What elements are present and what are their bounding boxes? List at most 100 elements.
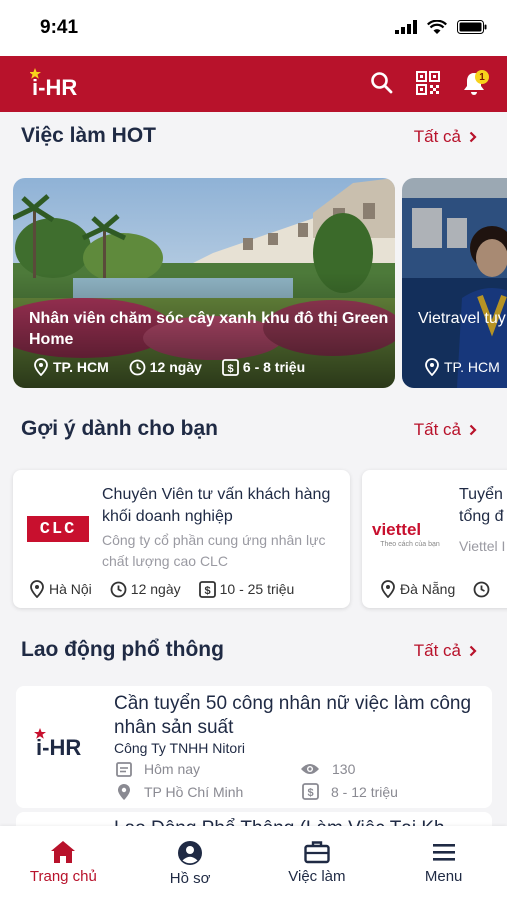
salary-label: 10 - 25 triệu — [219, 581, 295, 597]
section-title-labor: Lao động phổ thông — [21, 638, 224, 661]
job-meta: Đà Nẵng — [380, 580, 490, 598]
job-title: Chuyên Viên tư vấn khách hàng khối doanh… — [102, 486, 331, 525]
notification-badge: 1 — [475, 70, 489, 84]
posted-label: Hôm nay — [144, 761, 201, 777]
hot-job-image — [402, 178, 507, 388]
profile-icon — [178, 841, 203, 865]
qr-code-icon[interactable] — [415, 70, 441, 96]
location-label: TP. HCM — [444, 359, 500, 375]
days-meta: 12 ngày — [129, 358, 202, 376]
nav-label: Việc làm — [288, 868, 346, 885]
chevron-right-icon — [469, 131, 477, 143]
location-pin-icon — [30, 580, 44, 598]
see-all-suggest-link[interactable]: Tất cả — [414, 420, 477, 440]
eye-icon — [301, 764, 319, 774]
hot-job-image — [13, 178, 395, 388]
nav-label: Trang chủ — [29, 868, 97, 885]
views-meta: 130 — [300, 761, 355, 777]
clock-icon — [110, 581, 127, 597]
location-meta: TP. HCM — [424, 358, 500, 376]
app-logo: i-HR — [29, 68, 82, 103]
clock-icon — [473, 581, 490, 597]
salary-meta: $ 10 - 25 triệu — [198, 580, 295, 598]
location-pin-icon — [381, 580, 395, 598]
posted-meta: Hôm nay — [116, 761, 200, 777]
days-meta: 12 ngày — [110, 580, 181, 598]
salary-meta: $ 6 - 8 triệu — [221, 358, 306, 376]
signal-icon — [395, 20, 417, 34]
hot-job-card[interactable]: Vietravel tuy thông TP. HCM — [402, 178, 507, 388]
home-icon — [51, 841, 76, 863]
suggested-job-card[interactable]: viettel Theo cách của bạn Tuyển tổng đ V… — [362, 470, 507, 608]
location-meta: TP Hồ Chí Minh — [116, 783, 243, 801]
company-logo-slogan: Theo cách của bạn — [380, 541, 440, 548]
svg-text:$: $ — [227, 363, 233, 375]
money-icon: $ — [221, 358, 239, 376]
job-meta: Hà Nội 12 ngày $ 10 - 25 triệu — [29, 580, 294, 598]
hot-job-card[interactable]: Nhân viên chăm sóc cây xanh khu đô thị G… — [13, 178, 395, 388]
section-title-hot: Việc làm HOT — [21, 124, 157, 147]
wifi-icon — [427, 20, 447, 34]
company-name: Công ty cổ phần cung ứng nhân lực chất l… — [102, 532, 326, 569]
see-all-labor-link[interactable]: Tất cả — [414, 641, 477, 661]
status-icons — [395, 20, 487, 34]
job-title: Cần tuyển 50 công nhân nữ việc làm công … — [114, 693, 472, 738]
svg-text:$: $ — [204, 585, 210, 597]
location-label: TP. HCM — [53, 359, 109, 375]
status-bar: 9:41 — [0, 0, 507, 56]
days-meta — [473, 580, 490, 598]
nav-item-home[interactable]: Trang chủ — [0, 826, 127, 900]
clock-icon — [129, 359, 146, 375]
search-icon[interactable] — [369, 70, 395, 96]
location-label: Hà Nội — [49, 581, 92, 597]
labor-job-card[interactable]: i-HR Cần tuyển 50 công nhân nữ việc làm … — [16, 686, 492, 808]
location-meta: Đà Nẵng — [380, 580, 455, 598]
battery-icon — [457, 20, 487, 34]
chevron-right-icon — [469, 424, 477, 436]
money-icon: $ — [198, 580, 216, 598]
salary-label: 8 - 12 triệu — [331, 783, 398, 800]
nav-item-menu[interactable]: Menu — [380, 826, 507, 900]
see-all-label: Tất cả — [413, 641, 461, 660]
nav-label: Hồ sơ — [169, 870, 211, 887]
views-label: 130 — [332, 761, 356, 777]
calendar-icon — [116, 762, 132, 777]
location-pin-icon — [425, 358, 439, 376]
company-name: Viettel I — [459, 538, 506, 554]
see-all-label: Tất cả — [413, 420, 461, 439]
company-logo: CLC — [27, 516, 89, 542]
hot-job-title: Vietravel tuy thông — [418, 310, 507, 327]
menu-icon — [432, 844, 455, 861]
hot-job-meta: TP. HCM 12 ngày $ 6 - 8 triệu — [33, 358, 305, 376]
hot-job-title: Nhân viên chăm sóc cây xanh khu đô thị G… — [29, 310, 389, 348]
status-time: 9:41 — [40, 17, 79, 38]
location-pin-icon — [118, 784, 130, 800]
svg-text:$: $ — [307, 787, 313, 799]
location-meta: TP. HCM — [33, 358, 109, 376]
job-title: Tuyển tổng đ — [459, 486, 504, 525]
see-all-label: Tất cả — [413, 127, 461, 146]
see-all-hot-link[interactable]: Tất cả — [414, 127, 477, 147]
location-pin-icon — [34, 358, 48, 376]
salary-label: 6 - 8 triệu — [242, 359, 306, 375]
location-label: TP Hồ Chí Minh — [144, 784, 244, 800]
nav-item-profile[interactable]: Hồ sơ — [127, 826, 254, 900]
company-name: Công Ty TNHH Nitori — [114, 740, 245, 756]
bottom-navigation: Trang chủ Hồ sơ Việc làm Menu — [0, 826, 507, 900]
company-logo-text: i-HR — [36, 735, 81, 758]
briefcase-icon — [304, 841, 330, 864]
company-logo-text: CLC — [39, 519, 77, 539]
section-title-suggest: Gợi ý dành cho bạn — [21, 417, 218, 440]
company-logo-text: viettel — [372, 520, 422, 539]
suggested-job-card[interactable]: CLC Chuyên Viên tư vấn khách hàng khối d… — [13, 470, 350, 608]
svg-text:i-HR: i-HR — [32, 75, 77, 98]
days-label: 12 ngày — [149, 359, 202, 375]
salary-meta: $ 8 - 12 triệu — [302, 783, 398, 800]
nav-label: Menu — [424, 868, 463, 885]
hot-job-meta: TP. HCM — [424, 358, 500, 376]
company-logo: i-HR — [34, 728, 92, 763]
days-label: 12 ngày — [130, 581, 181, 597]
money-icon: $ — [302, 783, 319, 800]
nav-item-jobs[interactable]: Việc làm — [254, 826, 381, 900]
location-meta: Hà Nội — [29, 580, 92, 598]
